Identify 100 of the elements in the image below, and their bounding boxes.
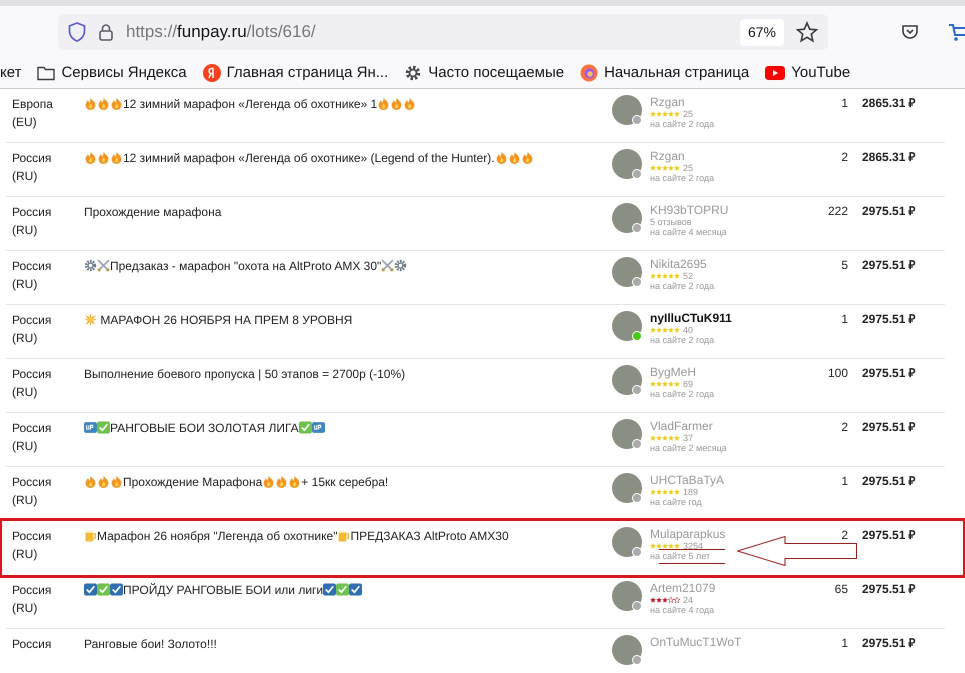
seller-age-text: на сайте 2 года (650, 281, 716, 292)
review-count: 25 (683, 109, 694, 119)
offer-title[interactable]: 12 зимний марафон «Легенда об охотнике» 1 (84, 95, 612, 113)
quantity-text: 1 (840, 95, 848, 112)
avatar-placeholder[interactable] (612, 473, 642, 503)
offer-row[interactable]: Россия (RU) ПРОЙДУ РАНГОВЫЕ БОИ или лиги Artem21079 24 на сайте 4 года 65 2975.51 ₽ (6, 575, 945, 629)
avatar-placeholder[interactable] (612, 365, 642, 395)
offer-row[interactable]: Россия (RU) Выполнение боевого пропуска | 50 этапов = 2700р (-10%) BygMeH 69 на сайте 2 года 100 2975.51 ₽ (6, 359, 945, 413)
yandex-logo-icon (202, 64, 221, 82)
bookmark-item[interactable]: кет (0, 62, 22, 84)
price-text: 2865.31 ₽ (861, 95, 917, 112)
underline-mark (659, 549, 725, 550)
gear-icon (84, 259, 97, 272)
lock-icon[interactable] (98, 23, 114, 41)
avatar-placeholder[interactable] (612, 149, 642, 179)
up-sign-icon (84, 421, 97, 434)
avatar-placeholder[interactable] (612, 311, 642, 341)
fire-icon (288, 475, 302, 488)
avatar-placeholder[interactable] (612, 635, 642, 665)
price-text: 2975.51 ₽ (861, 473, 917, 490)
offer-title[interactable]: Ранговые бои! Золото!!! (84, 635, 612, 653)
seller-age-text: на сайте 2 года (650, 119, 716, 130)
price-text: 2975.51 ₽ (861, 365, 917, 382)
crossed-swords-icon (381, 259, 394, 272)
quantity-text: 1 (840, 473, 848, 490)
region-text: Россия (12, 366, 52, 383)
quantity-text: 1 (840, 635, 848, 652)
offer-title[interactable]: Предзаказ - марафон "охота на AltProto AMX 30" (84, 257, 612, 275)
settings-icon (404, 64, 422, 82)
quantity-text: 100 (826, 365, 848, 382)
sun-icon (84, 313, 97, 326)
region-text: Россия (12, 258, 52, 275)
avatar-placeholder[interactable] (612, 419, 642, 449)
offer-title[interactable]: МАРАФОН 26 НОЯБРЯ НА ПРЕМ 8 УРОВНЯ (84, 311, 612, 329)
offer-row[interactable]: Россия (RU) 12 зимний марафон «Легенда об охотнике» (Legend of the Hunter). Rzgan 25 на сайте 2 года 2 2865.31 ₽ (6, 143, 945, 197)
review-count: 37 (683, 433, 694, 443)
zoom-level-button[interactable]: 67% (740, 18, 784, 46)
region-text: (RU) (12, 384, 38, 401)
seller-age-text: на сайте 2 года (650, 389, 716, 400)
seller-age-text: на сайте год (650, 497, 703, 508)
region-text: (RU) (12, 222, 38, 239)
price-text: 2975.51 ₽ (861, 527, 917, 544)
quantity-text: 65 (834, 581, 848, 598)
offer-title[interactable]: Прохождение Марафона + 15кк серебра! (84, 473, 612, 491)
shield-icon[interactable] (68, 22, 86, 42)
region-text: (RU) (12, 330, 38, 347)
offer-row[interactable]: Россия (RU) РАНГОВЫЕ БОИ ЗОЛОТАЯ ЛИГА VladFarmer 37 на сайте 2 месяца 2 2975.51 ₽ (6, 413, 945, 467)
fire-icon (84, 151, 97, 164)
offer-title[interactable]: ПРОЙДУ РАНГОВЫЕ БОИ или лиги (84, 581, 612, 599)
url-text[interactable]: https://funpay.ru/lots/616/ (126, 19, 728, 45)
region-text: Россия (12, 312, 52, 329)
seller-age-text: на сайте 5 лет (650, 551, 712, 562)
bookmark-item[interactable]: YouTube (765, 62, 850, 84)
avatar-placeholder[interactable] (612, 257, 642, 287)
offer-row[interactable]: Россия (RU) Предзаказ - марафон "охота на AltProto AMX 30" Nikita2695 52 на сайте 2 года 5 2975.51 ₽ (6, 251, 945, 305)
avatar-placeholder[interactable] (612, 95, 642, 125)
highlighted-offer-row[interactable]: Россия (RU) Марафон 26 ноября "Легенда об охотнике" ПРЕДЗАКАЗ AltProto AMX30 Mulaparapkus 3254 на сайте 5 лет 2 2975.51 ₽ (2, 521, 963, 575)
gear-icon (394, 259, 408, 272)
pocket-icon[interactable] (901, 23, 919, 41)
review-count: 189 (683, 487, 698, 497)
price-text: 2975.51 ₽ (861, 203, 917, 220)
avatar-placeholder[interactable] (612, 581, 642, 611)
offer-row[interactable]: Россия (RU) МАРАФОН 26 НОЯБРЯ НА ПРЕМ 8 УРОВНЯ nyIlluCTuK911 40 на сайте 2 года 1 2975.51 ₽ (6, 305, 945, 359)
offer-title[interactable]: Выполнение боевого пропуска | 50 этапов = 2700р (-10%) (84, 365, 612, 383)
browser-logo-icon (580, 64, 598, 82)
price-text: 2975.51 ₽ (861, 257, 917, 274)
bookmark-item[interactable]: Сервисы Яндекса (37, 62, 187, 84)
region-text: (RU) (12, 168, 38, 185)
beer-mug-icon (84, 529, 97, 542)
seller-age-text: на сайте 4 года (650, 605, 716, 616)
avatar-placeholder[interactable] (612, 203, 642, 233)
region-text: Россия (12, 474, 52, 491)
quantity-text: 222 (826, 203, 848, 220)
star-bookmark-icon[interactable] (796, 21, 818, 43)
fire-icon (97, 151, 110, 164)
fire-icon (97, 97, 110, 110)
folder-icon (37, 65, 56, 81)
offer-row[interactable]: Россия Ранговые бои! Золото!!! OnTuMucT1WoT 1 2975.51 ₽ (6, 629, 945, 673)
offer-title[interactable]: Прохождение марафона (84, 203, 612, 221)
bookmark-item[interactable]: Начальная страница (580, 62, 750, 84)
avatar-placeholder[interactable] (612, 527, 642, 557)
check-box-icon (110, 583, 123, 596)
fire-icon (84, 475, 97, 488)
fire-icon (494, 151, 508, 164)
offer-title[interactable]: РАНГОВЫЕ БОИ ЗОЛОТАЯ ЛИГА (84, 419, 612, 437)
offer-row[interactable]: Европа (EU) 12 зимний марафон «Легенда об охотнике» 1 Rzgan 25 на сайте 2 года 1 2865.31 ₽ (6, 89, 945, 143)
offer-row[interactable]: Россия (RU) Прохождение марафона KH93bTOPRU 5 отзывов на сайте 4 месяца 222 2975.51 ₽ (6, 197, 945, 251)
cart-icon[interactable] (949, 22, 965, 42)
bookmark-item[interactable]: Часто посещаемые (404, 62, 564, 84)
quantity-text: 5 (840, 257, 848, 274)
fire-icon (97, 475, 110, 488)
offer-title[interactable]: 12 зимний марафон «Легенда об охотнике» (Legend of the Hunter). (84, 149, 612, 167)
check-mark-icon (298, 421, 312, 434)
bookmark-item[interactable]: Главная страница Ян... (202, 62, 388, 84)
address-bar[interactable]: https://funpay.ru/lots/616/ 67% (58, 14, 828, 50)
offer-title[interactable]: Марафон 26 ноября "Легенда об охотнике" ПРЕДЗАКАЗ AltProto AMX30 (84, 527, 612, 545)
seller-name[interactable]: nyIlluCTuK911 (650, 311, 800, 325)
youtube-logo-icon (765, 66, 786, 80)
check-mark-icon (97, 583, 110, 596)
offer-row[interactable]: Россия (RU) Прохождение Марафона + 15кк серебра! UHCTaBaTyA 189 на сайте год 1 2975.51 ₽ (6, 467, 945, 521)
